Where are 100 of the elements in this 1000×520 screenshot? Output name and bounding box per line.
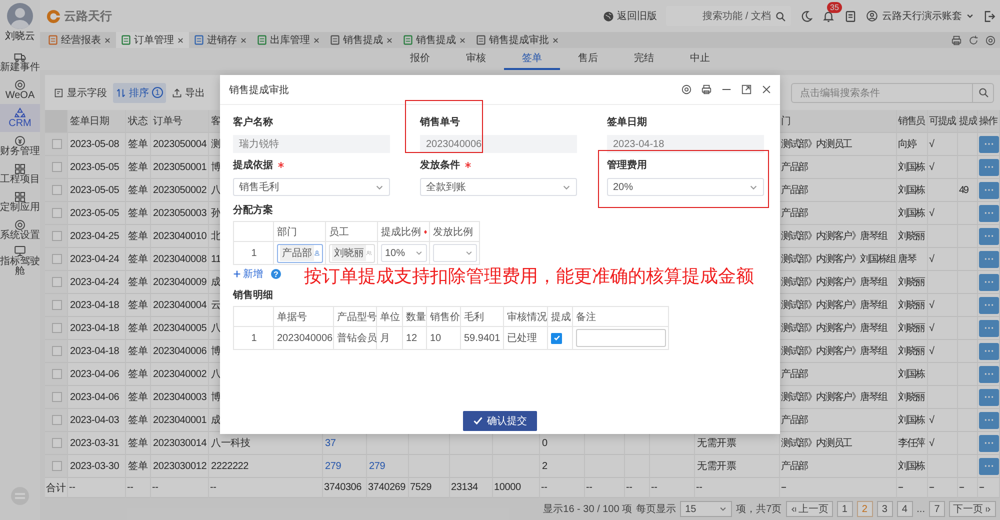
status-tab[interactable]: 报价: [392, 48, 448, 70]
more-button[interactable]: [979, 388, 999, 406]
page-tab[interactable]: 进销存: [189, 32, 252, 48]
checkbox[interactable]: [52, 139, 62, 149]
help-icon[interactable]: ?: [271, 269, 281, 279]
more-button[interactable]: [979, 434, 999, 452]
more-button[interactable]: [979, 366, 999, 382]
print-icon[interactable]: [701, 84, 712, 95]
text-field[interactable]: 2023040006: [420, 135, 577, 153]
legacy-version-link[interactable]: 返回旧版: [603, 9, 657, 23]
checkbox[interactable]: [52, 369, 62, 379]
close-icon[interactable]: [240, 36, 247, 44]
close-icon[interactable]: [313, 36, 320, 44]
more-button[interactable]: [979, 136, 999, 152]
sort-button[interactable]: 排序 1: [113, 82, 166, 102]
check-icon: [473, 416, 483, 426]
checkbox[interactable]: [52, 254, 62, 264]
more-button[interactable]: [979, 158, 999, 176]
more-button[interactable]: [979, 342, 999, 360]
submit-button[interactable]: 确认提交: [463, 411, 537, 431]
more-button[interactable]: [979, 182, 999, 198]
page-tab[interactable]: 销售提成: [325, 32, 398, 48]
sidebar-item[interactable]: WeOA: [0, 76, 40, 104]
checkbox[interactable]: [52, 415, 62, 425]
sidebar-item[interactable]: 财务管理: [0, 132, 40, 160]
more-button[interactable]: [979, 204, 999, 222]
page-tab[interactable]: 销售提成审批: [471, 32, 564, 48]
text-field[interactable]: 瑞力锐特: [233, 135, 390, 153]
sidebar-item[interactable]: 定制应用: [0, 188, 40, 216]
table-cell: 刘国栋: [897, 156, 928, 179]
status-tab[interactable]: 签单: [504, 48, 560, 70]
sidebar-item[interactable]: 工程项目: [0, 160, 40, 188]
show-fields-button[interactable]: 显示字段: [51, 82, 110, 102]
checkbox[interactable]: [52, 461, 62, 471]
close-icon[interactable]: [552, 36, 559, 44]
page-tab[interactable]: 订单管理: [116, 32, 189, 48]
table-cell: 2023-04-25: [68, 225, 126, 248]
dropdown[interactable]: 销售毛利: [233, 178, 390, 196]
page-button[interactable]: 7: [929, 501, 945, 517]
checkbox[interactable]: [52, 277, 62, 287]
sidebar-item[interactable]: 新建事件: [0, 48, 40, 76]
page-tab[interactable]: 经营报表: [43, 32, 116, 48]
more-button[interactable]: [979, 296, 999, 314]
checkbox[interactable]: [551, 332, 562, 344]
dropdown[interactable]: 全款到账: [420, 178, 577, 196]
more-button[interactable]: [979, 250, 999, 268]
total-cell: --: [68, 478, 126, 498]
checkbox[interactable]: [52, 208, 62, 218]
page-size-dropdown[interactable]: 15: [680, 501, 732, 517]
previous-page-button[interactable]: 上一页: [786, 501, 833, 517]
page-tab[interactable]: 销售提成: [398, 32, 471, 48]
checkbox[interactable]: [52, 231, 62, 241]
search-field[interactable]: 搜索功能 / 文档: [666, 6, 791, 26]
employee-picker[interactable]: 刘晓丽: [329, 244, 375, 262]
more-button[interactable]: [979, 228, 999, 244]
refresh-icon[interactable]: [968, 34, 979, 46]
total-cell: --: [695, 478, 780, 498]
moon-icon[interactable]: [800, 10, 813, 22]
print-icon[interactable]: [951, 34, 962, 46]
close-icon[interactable]: [386, 36, 393, 44]
sidebar-item[interactable]: 系统设置: [0, 216, 40, 244]
checkbox[interactable]: [52, 162, 62, 172]
next-page-button[interactable]: 下一页: [949, 501, 996, 517]
status-tab[interactable]: 审核: [448, 48, 504, 70]
checkbox[interactable]: [52, 392, 62, 402]
avatar[interactable]: [7, 3, 33, 29]
more-button[interactable]: [979, 412, 999, 428]
dropdown[interactable]: 10%: [381, 244, 427, 262]
maximize-icon[interactable]: [741, 84, 752, 95]
status-tab[interactable]: 中止: [672, 48, 728, 70]
close-icon[interactable]: [104, 36, 111, 44]
checkbox[interactable]: [52, 346, 62, 356]
close-icon[interactable]: [761, 84, 772, 95]
sidebar-item[interactable]: CRM: [0, 104, 40, 132]
checkbox[interactable]: [52, 300, 62, 310]
checkbox[interactable]: [52, 323, 62, 333]
bell-icon[interactable]: [822, 10, 835, 22]
table-cell: 向婷: [897, 133, 928, 156]
table-cell: 2023-04-18: [68, 317, 126, 340]
document-icon[interactable]: [844, 10, 857, 22]
checkbox[interactable]: [52, 438, 62, 448]
status-tab[interactable]: 完结: [616, 48, 672, 70]
page-button[interactable]: 1: [836, 501, 853, 517]
sidebar-item[interactable]: 指标驾驶舱: [0, 244, 40, 278]
page-button[interactable]: 4: [896, 501, 913, 517]
close-icon[interactable]: [177, 36, 184, 44]
page-tab[interactable]: 出库管理: [252, 32, 325, 48]
logout-icon[interactable]: [983, 10, 996, 22]
checkbox[interactable]: [52, 185, 62, 195]
text-field[interactable]: 2023-04-18: [607, 135, 764, 153]
dropdown[interactable]: 20%: [607, 178, 764, 196]
more-button[interactable]: [979, 320, 999, 336]
page-button[interactable]: 3: [876, 501, 893, 517]
more-button[interactable]: [979, 274, 999, 290]
export-button[interactable]: 导出: [169, 82, 208, 102]
more-button[interactable]: [979, 458, 999, 474]
close-icon[interactable]: [459, 36, 466, 44]
account-menu[interactable]: 云路天行演示账套: [866, 9, 974, 23]
status-tab[interactable]: 售后: [560, 48, 616, 70]
department-picker[interactable]: 产品部: [277, 244, 323, 262]
